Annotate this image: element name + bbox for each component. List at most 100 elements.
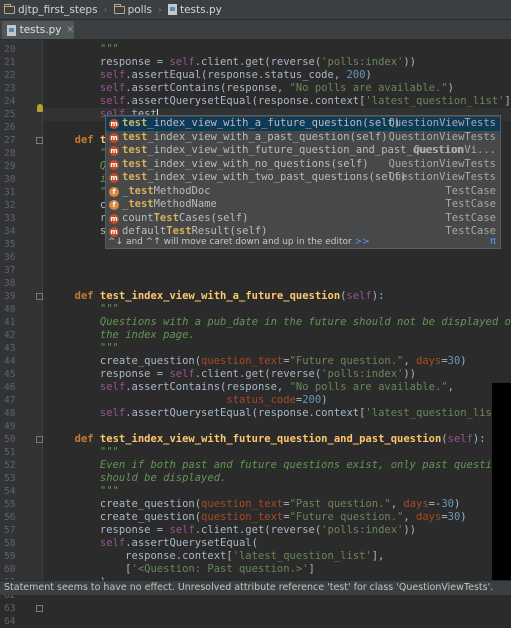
completion-item-name: _testMethodDoc <box>122 185 211 199</box>
code-token <box>49 147 100 159</box>
completion-item[interactable]: mtest_index_view_with_no_questions(self)… <box>106 158 500 172</box>
completion-name-part: test <box>128 198 153 210</box>
line-number: 64 <box>0 615 43 628</box>
completion-item[interactable]: mtest_index_view_with_two_past_questions… <box>106 171 500 185</box>
code-line[interactable]: create_question(question_text="Past ques… <box>43 498 511 511</box>
breadcrumb-item-polls[interactable]: polls <box>110 0 156 19</box>
code-token: , <box>448 381 454 393</box>
code-line[interactable]: """ <box>43 446 511 459</box>
code-line[interactable]: def test_index_view_with_future_question… <box>43 433 511 446</box>
completion-item-class: QuestionViewTests <box>389 131 496 145</box>
code-line[interactable]: self.assertContains(response, "No polls … <box>43 381 511 394</box>
code-line[interactable]: def test_index_view_with_a_future_questi… <box>43 290 511 303</box>
breadcrumb-label: tests.py <box>180 4 222 16</box>
close-icon[interactable]: × <box>66 25 74 35</box>
completion-name-part: _index_view_with_no_questions(self) <box>147 158 368 170</box>
code-line[interactable]: """ <box>43 43 511 56</box>
completion-item-class: QuestionVi... <box>414 144 496 158</box>
code-line[interactable] <box>43 264 511 277</box>
folder-icon <box>4 6 15 14</box>
line-number: 28 <box>0 147 43 160</box>
code-line[interactable]: Questions with a pub_date in the future … <box>43 316 511 329</box>
method-icon: m <box>109 214 119 224</box>
code-token: .assertContains(response, <box>125 82 289 94</box>
code-token: create_question( <box>49 511 201 523</box>
code-token <box>49 472 100 484</box>
breadcrumb-separator: › <box>156 0 164 20</box>
code-line[interactable]: Even if both past and future questions e… <box>43 459 511 472</box>
code-line[interactable]: create_question(question_text="Future qu… <box>43 355 511 368</box>
pi-icon[interactable]: π <box>490 236 496 248</box>
completion-item[interactable]: f_testMethodDocTestCase <box>106 185 500 199</box>
code-token: create_question( <box>49 355 201 367</box>
line-number: 45 <box>0 368 43 381</box>
code-line[interactable]: response = self.client.get(reverse('poll… <box>43 56 511 69</box>
code-line[interactable] <box>43 277 511 290</box>
fold-marker-icon[interactable] <box>36 137 43 144</box>
line-number: 43 <box>0 342 43 355</box>
line-number: 44 <box>0 355 43 368</box>
code-token: self <box>169 56 194 68</box>
completion-name-part: MethodName <box>154 198 217 210</box>
breadcrumb-label: djtp_first_steps <box>18 4 98 16</box>
code-token: days <box>403 498 428 510</box>
code-line[interactable]: the index page. <box>43 329 511 342</box>
code-token: should be displayed. <box>100 472 226 484</box>
code-line[interactable]: """ <box>43 485 511 498</box>
line-number: 48 <box>0 407 43 420</box>
breadcrumb-item-project[interactable]: djtp_first_steps <box>0 0 102 19</box>
code-token <box>49 173 100 185</box>
code-line[interactable]: ['<Question: Past question.>'] <box>43 563 511 576</box>
code-line[interactable]: self.assertContains(response, "No polls … <box>43 82 511 95</box>
line-number: 26 <box>0 121 43 134</box>
completion-name-part: test <box>122 117 147 129</box>
line-number: 59 <box>0 550 43 563</box>
line-number: 36 <box>0 251 43 264</box>
line-number: 52 <box>0 459 43 472</box>
completion-item[interactable]: mtest_index_view_with_a_past_question(se… <box>106 131 500 145</box>
fold-marker-icon[interactable] <box>36 436 43 443</box>
code-token: 'polls:index' <box>321 56 403 68</box>
code-line[interactable]: """ <box>43 303 511 316</box>
code-line[interactable]: status_code=200) <box>43 394 511 407</box>
code-line[interactable]: self.assertQuerysetEqual(response.contex… <box>43 95 511 108</box>
code-token <box>49 160 100 172</box>
code-token: Questions with a pub_date in the future … <box>100 316 511 328</box>
completion-item[interactable]: f_testMethodNameTestCase <box>106 198 500 212</box>
method-icon: m <box>109 160 119 170</box>
code-line[interactable]: response = self.client.get(reverse('poll… <box>43 368 511 381</box>
code-line[interactable]: should be displayed. <box>43 472 511 485</box>
fold-marker-icon[interactable] <box>36 293 43 300</box>
code-token: ): <box>473 433 486 445</box>
breadcrumb-item-file[interactable]: tests.py <box>164 0 226 19</box>
code-token: question_text <box>201 355 283 367</box>
completion-item[interactable]: mtest_index_view_with_a_future_question(… <box>106 117 500 131</box>
code-line[interactable]: create_question(question_text="Future qu… <box>43 511 511 524</box>
code-line[interactable]: self.assertEqual(response.status_code, 2… <box>43 69 511 82</box>
completion-popup[interactable]: mtest_index_view_with_a_future_question(… <box>105 115 501 249</box>
code-line[interactable]: """ <box>43 342 511 355</box>
completion-hint-text: ^↓ and ^↑ will move caret down and up in… <box>108 237 352 247</box>
code-token: ], <box>372 550 385 562</box>
code-line[interactable]: response.context['latest_question_list']… <box>43 550 511 563</box>
completion-item-class: TestCase <box>445 212 496 226</box>
tab-tests-py[interactable]: tests.py × <box>2 21 74 39</box>
fold-marker-icon[interactable] <box>36 605 43 612</box>
line-number: 31 <box>0 186 43 199</box>
completion-item[interactable]: mcountTestCases(self)TestCase <box>106 212 500 226</box>
line-number: 35 <box>0 238 43 251</box>
completion-item[interactable]: mtest_index_view_with_future_question_an… <box>106 144 500 158</box>
code-line[interactable]: self.assertQuerysetEqual( <box>43 537 511 550</box>
code-token: question_text <box>201 498 283 510</box>
code-token <box>49 316 100 328</box>
code-line[interactable]: response = self.client.get(reverse('poll… <box>43 524 511 537</box>
code-token: "No polls are available." <box>290 381 448 393</box>
completion-name-part: MethodDoc <box>154 185 211 197</box>
code-line[interactable] <box>43 420 511 433</box>
code-line[interactable]: self.assertQuerysetEqual(response.contex… <box>43 407 511 420</box>
completion-name-part: test <box>122 171 147 183</box>
code-line[interactable] <box>43 251 511 264</box>
line-number-gutter[interactable]: 2021222324252627282930313233343536373839… <box>0 40 43 580</box>
completion-name-part: Test <box>154 212 179 224</box>
completion-hint-link[interactable]: >> <box>355 237 370 247</box>
